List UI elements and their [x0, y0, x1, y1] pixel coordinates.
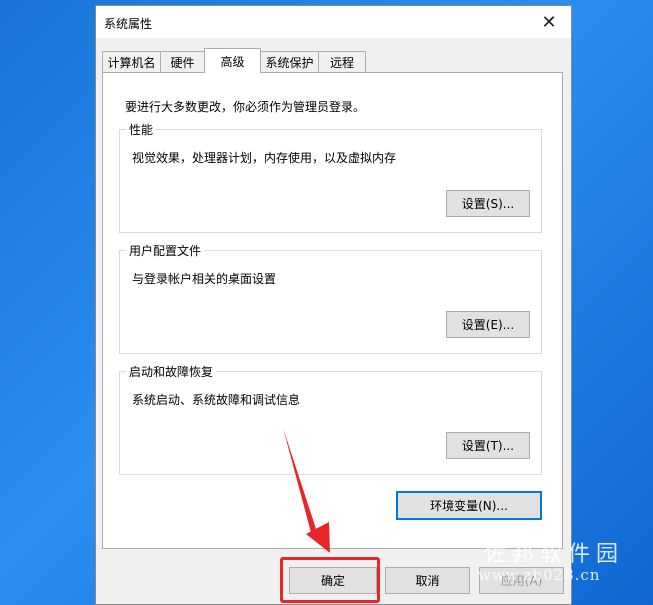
tab-label: 高级	[220, 54, 245, 69]
watermark-url: www.zb028.cn	[478, 566, 601, 584]
annotation-arrow-icon	[283, 428, 330, 553]
watermark-text: 佐邦软件园	[484, 542, 625, 567]
tab-advanced[interactable]: 高级	[204, 48, 261, 73]
watermark: 佐邦软件园 www.zb028.cn	[470, 536, 653, 596]
